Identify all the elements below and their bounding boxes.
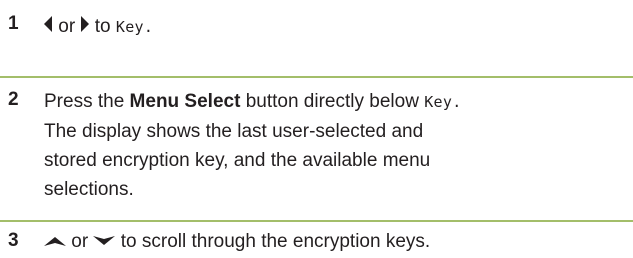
step-line-4: selections. xyxy=(44,179,134,200)
or-text: or xyxy=(58,16,76,37)
key-display-text: Key. xyxy=(424,93,462,111)
step-number: 1 xyxy=(8,13,19,34)
instruction-steps: 1 or to Key. 2 Press the Menu Select but… xyxy=(0,0,633,258)
to-text: to xyxy=(94,16,111,37)
step-text: or to Key. xyxy=(44,12,627,42)
step-2: 2 Press the Menu Select button directly … xyxy=(0,78,633,222)
left-arrow-icon xyxy=(44,16,53,32)
down-arrow-icon xyxy=(93,235,116,247)
step-line-2: The display shows the last user-selected… xyxy=(44,121,424,142)
scroll-text: to scroll through the encryption keys. xyxy=(120,231,431,252)
step-text: Press the Menu Select button directly be… xyxy=(44,87,627,204)
step-1: 1 or to Key. xyxy=(0,0,633,78)
step-text: or to scroll through the encryption keys… xyxy=(44,227,627,256)
step-3: 3 or to scroll through the encryption ke… xyxy=(0,222,633,258)
step-number: 2 xyxy=(8,89,19,110)
step-line-3: stored encryption key, and the available… xyxy=(44,150,431,171)
up-arrow-icon xyxy=(44,235,66,247)
step-number: 3 xyxy=(8,230,19,251)
or-text: or xyxy=(71,231,89,252)
right-arrow-icon xyxy=(80,16,90,32)
menu-select-button-label: Menu Select xyxy=(129,91,241,112)
key-display-text: Key. xyxy=(115,18,154,36)
step-line-1: Press the Menu Select button directly be… xyxy=(44,91,462,112)
